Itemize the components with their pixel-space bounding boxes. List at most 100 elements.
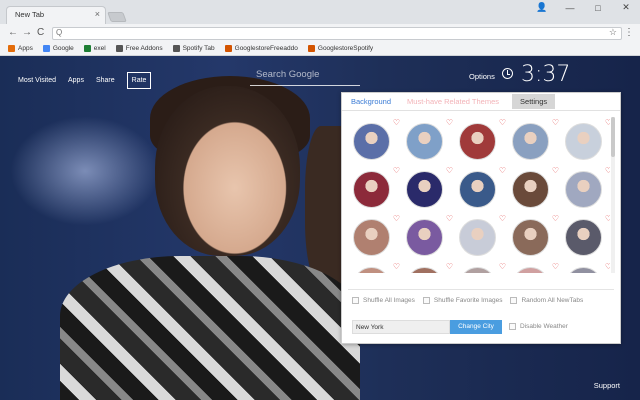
favorite-heart-icon[interactable]: ♡	[605, 262, 610, 271]
background-thumbnail[interactable]	[406, 267, 443, 273]
bookmark-item[interactable]: exel	[83, 45, 106, 52]
reload-icon[interactable]: C	[37, 27, 44, 38]
bookmark-item[interactable]: Free Addons	[115, 45, 163, 52]
search-input[interactable]: Search Google	[250, 66, 360, 86]
background-thumbnail-item[interactable]: ♡	[565, 262, 610, 273]
shuffle-all-option[interactable]: Shuffle All Images	[352, 297, 415, 304]
background-thumbnail-item[interactable]: ♡	[512, 214, 559, 256]
tab-settings[interactable]: Settings	[512, 94, 556, 109]
bookmark-item[interactable]: Apps	[8, 45, 33, 52]
background-thumbnail-item[interactable]: ♡	[406, 262, 453, 273]
background-thumbnail-item[interactable]: ♡	[353, 262, 400, 273]
background-thumbnail-item[interactable]: ♡	[353, 214, 400, 256]
background-thumbnail[interactable]	[353, 219, 390, 256]
background-thumbnail[interactable]	[459, 219, 496, 256]
close-icon[interactable]: ×	[95, 9, 100, 19]
background-thumbnail-item[interactable]: ♡	[353, 118, 400, 160]
favorite-heart-icon[interactable]: ♡	[393, 262, 400, 271]
favorite-heart-icon[interactable]: ♡	[393, 166, 400, 175]
back-arrow-icon[interactable]: ←	[8, 27, 18, 38]
favorite-heart-icon[interactable]: ♡	[446, 262, 453, 271]
tab-related-themes[interactable]: Must-have Related Themes	[404, 94, 502, 109]
background-thumbnail[interactable]	[353, 123, 390, 160]
bookmark-item[interactable]: Spotify Tab	[172, 45, 215, 52]
background-thumbnail-item[interactable]: ♡	[512, 262, 559, 273]
bookmark-item[interactable]: Google	[42, 45, 74, 52]
options-link[interactable]: Options	[469, 72, 495, 81]
bookmark-item[interactable]: GooglestoreSpotify	[307, 45, 373, 52]
background-thumbnail-item[interactable]: ♡	[512, 118, 559, 160]
favorite-heart-icon[interactable]: ♡	[393, 118, 400, 127]
favorite-heart-icon[interactable]: ♡	[499, 214, 506, 223]
checkbox[interactable]	[422, 297, 430, 304]
background-thumbnail-item[interactable]: ♡	[459, 262, 506, 273]
background-thumbnail[interactable]	[459, 267, 496, 273]
favorite-heart-icon[interactable]: ♡	[499, 166, 506, 175]
bookmark-item[interactable]: GooglestoreFreeaddo	[224, 45, 298, 52]
favorite-heart-icon[interactable]: ♡	[446, 118, 453, 127]
background-thumbnail[interactable]	[565, 267, 602, 273]
tab-new-tab[interactable]: New Tab ×	[6, 6, 106, 24]
background-thumbnail-item[interactable]: ♡	[353, 166, 400, 208]
background-thumbnail[interactable]	[406, 123, 443, 160]
background-thumbnail[interactable]	[406, 219, 443, 256]
background-thumbnail-item[interactable]: ♡	[406, 118, 453, 160]
background-thumbnail-item[interactable]: ♡	[512, 166, 559, 208]
favorite-heart-icon[interactable]: ♡	[552, 166, 559, 175]
favorite-heart-icon[interactable]: ♡	[499, 118, 506, 127]
city-input[interactable]: New York	[352, 320, 450, 334]
background-thumbnail-item[interactable]: ♡	[565, 118, 610, 160]
disable-weather-option[interactable]: Disable Weather	[509, 323, 568, 330]
maximize-button[interactable]: □	[590, 3, 606, 13]
scrollbar[interactable]	[611, 117, 615, 273]
favorite-heart-icon[interactable]: ♡	[446, 166, 453, 175]
checkbox[interactable]	[509, 323, 516, 330]
background-thumbnail-item[interactable]: ♡	[406, 166, 453, 208]
new-tab-button[interactable]	[107, 12, 127, 22]
background-thumbnail[interactable]	[459, 123, 496, 160]
support-link[interactable]: Support	[594, 381, 620, 390]
minimize-button[interactable]: —	[562, 3, 578, 13]
favorite-heart-icon[interactable]: ♡	[446, 214, 453, 223]
profile-icon[interactable]: 👤	[534, 2, 550, 13]
background-thumbnail-item[interactable]: ♡	[459, 214, 506, 256]
favorite-heart-icon[interactable]: ♡	[552, 118, 559, 127]
background-thumbnail[interactable]	[353, 267, 390, 273]
share-link[interactable]: Share	[96, 77, 115, 84]
change-city-button[interactable]: Change City	[450, 320, 502, 334]
favorite-heart-icon[interactable]: ♡	[499, 262, 506, 271]
random-newtabs-option[interactable]: Random All NewTabs	[510, 297, 583, 304]
favorite-heart-icon[interactable]: ♡	[552, 262, 559, 271]
most-visited-link[interactable]: Most Visited	[18, 77, 56, 84]
checkbox[interactable]	[352, 297, 359, 304]
background-thumbnail-item[interactable]: ♡	[459, 118, 506, 160]
close-window-button[interactable]: ✕	[618, 2, 634, 13]
scrollbar-thumb[interactable]	[611, 117, 615, 157]
background-thumbnail-item[interactable]: ♡	[406, 214, 453, 256]
address-bar[interactable]: Q ☆	[52, 27, 622, 40]
favorite-heart-icon[interactable]: ♡	[605, 166, 610, 175]
background-thumbnail[interactable]	[565, 171, 602, 208]
checkbox[interactable]	[510, 297, 518, 304]
background-thumbnail[interactable]	[459, 171, 496, 208]
background-thumbnail[interactable]	[353, 171, 390, 208]
background-thumbnail-item[interactable]: ♡	[565, 166, 610, 208]
tab-background[interactable]: Background	[348, 94, 394, 109]
background-thumbnail[interactable]	[512, 267, 549, 273]
background-thumbnail[interactable]	[512, 123, 549, 160]
background-thumbnail[interactable]	[565, 219, 602, 256]
background-thumbnail[interactable]	[512, 171, 549, 208]
forward-arrow-icon[interactable]: →	[22, 27, 32, 38]
shuffle-favorite-option[interactable]: Shuffle Favorite Images	[422, 297, 502, 304]
background-thumbnail[interactable]	[406, 171, 443, 208]
menu-icon[interactable]: ⋮	[624, 27, 634, 38]
favorite-heart-icon[interactable]: ♡	[605, 118, 610, 127]
favorite-heart-icon[interactable]: ♡	[552, 214, 559, 223]
favorite-heart-icon[interactable]: ♡	[605, 214, 610, 223]
background-thumbnail-item[interactable]: ♡	[459, 166, 506, 208]
background-thumbnail[interactable]	[565, 123, 602, 160]
background-thumbnail-item[interactable]: ♡	[565, 214, 610, 256]
favorite-heart-icon[interactable]: ♡	[393, 214, 400, 223]
bookmark-star-icon[interactable]: ☆	[609, 27, 617, 38]
rate-button[interactable]: Rate	[126, 72, 152, 89]
